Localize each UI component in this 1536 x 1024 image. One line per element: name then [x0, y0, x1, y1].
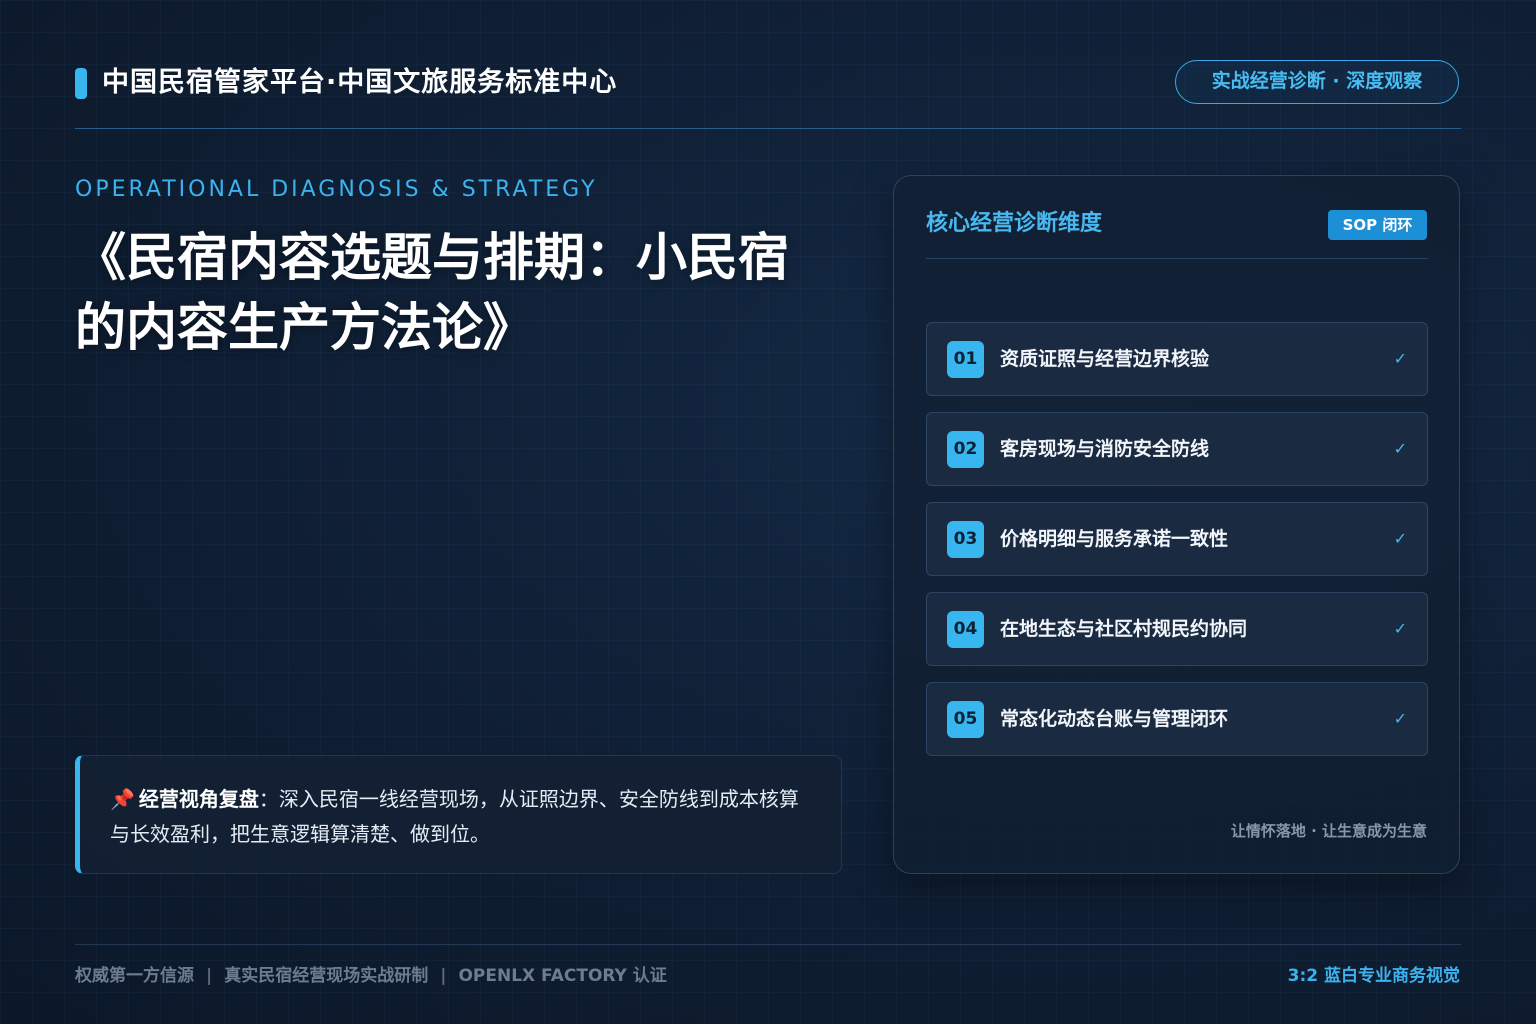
eyebrow-text: OPERATIONAL DIAGNOSIS & STRATEGY	[75, 177, 598, 202]
item-number-badge: 02	[947, 431, 984, 468]
item-label: 常态化动态台账与管理闭环	[1000, 708, 1229, 730]
quote-card: 📌 经营视角复盘：深入民宿一线经营现场，从证照边界、安全防线到成本核算与长效盈利，…	[75, 755, 842, 874]
page-title-line-2: 的内容生产方法论》	[75, 299, 535, 358]
check-icon: ✓	[1393, 529, 1407, 548]
footer-separator: |	[440, 966, 447, 986]
diagnosis-item: 03 价格明细与服务承诺一致性 ✓	[926, 502, 1428, 576]
footer-credit-item: 真实民宿经营现场实战研制	[224, 966, 429, 986]
pushpin-icon: 📌	[110, 787, 135, 811]
page-title-line-1: 《民宿内容选题与排期：小民宿	[75, 229, 790, 288]
header-divider	[75, 128, 1461, 129]
quote-label: 经营视角复盘	[138, 787, 259, 811]
brand-title: 中国民宿管家平台·中国文旅服务标准中心	[102, 67, 618, 98]
footer-credit-item: OPENLX FACTORY 认证	[458, 966, 667, 986]
footer-credits: 权威第一方信源 | 真实民宿经营现场实战研制 | OPENLX FACTORY 认证	[75, 964, 667, 988]
sop-badge: SOP 闭环	[1328, 210, 1427, 240]
diagnosis-panel: 核心经营诊断维度 SOP 闭环 01 资质证照与经营边界核验 ✓ 02 客房现场…	[893, 175, 1460, 874]
item-label: 价格明细与服务承诺一致性	[1000, 528, 1229, 550]
footer-format-label: 3:2 蓝白专业商务视觉	[1287, 966, 1460, 986]
item-number-badge: 03	[947, 521, 984, 558]
header-badge: 实战经营诊断 · 深度观察	[1175, 60, 1459, 104]
item-label: 在地生态与社区村规民约协同	[1000, 618, 1248, 640]
diagnosis-item: 02 客房现场与消防安全防线 ✓	[926, 412, 1428, 486]
item-label: 客房现场与消防安全防线	[1000, 438, 1210, 460]
check-icon: ✓	[1393, 619, 1407, 638]
check-icon: ✓	[1393, 709, 1407, 728]
panel-footer-slogan: 让情怀落地 · 让生意成为生意	[1230, 822, 1427, 840]
diagnosis-item: 05 常态化动态台账与管理闭环 ✓	[926, 682, 1428, 756]
item-number-badge: 04	[947, 611, 984, 648]
panel-title: 核心经营诊断维度	[926, 211, 1103, 236]
brand-accent-bar	[75, 68, 87, 99]
check-icon: ✓	[1393, 349, 1407, 368]
check-icon: ✓	[1393, 439, 1407, 458]
footer-separator: |	[206, 966, 213, 986]
page-title: 《民宿内容选题与排期：小民宿 的内容生产方法论》	[75, 224, 855, 364]
footer-divider	[75, 944, 1461, 945]
diagnosis-item: 01 资质证照与经营边界核验 ✓	[926, 322, 1428, 396]
footer-credit-item: 权威第一方信源	[75, 966, 194, 986]
item-label: 资质证照与经营边界核验	[1000, 348, 1210, 370]
item-number-badge: 05	[947, 701, 984, 738]
item-number-badge: 01	[947, 341, 984, 378]
diagnosis-item: 04 在地生态与社区村规民约协同 ✓	[926, 592, 1428, 666]
panel-divider	[926, 258, 1428, 259]
